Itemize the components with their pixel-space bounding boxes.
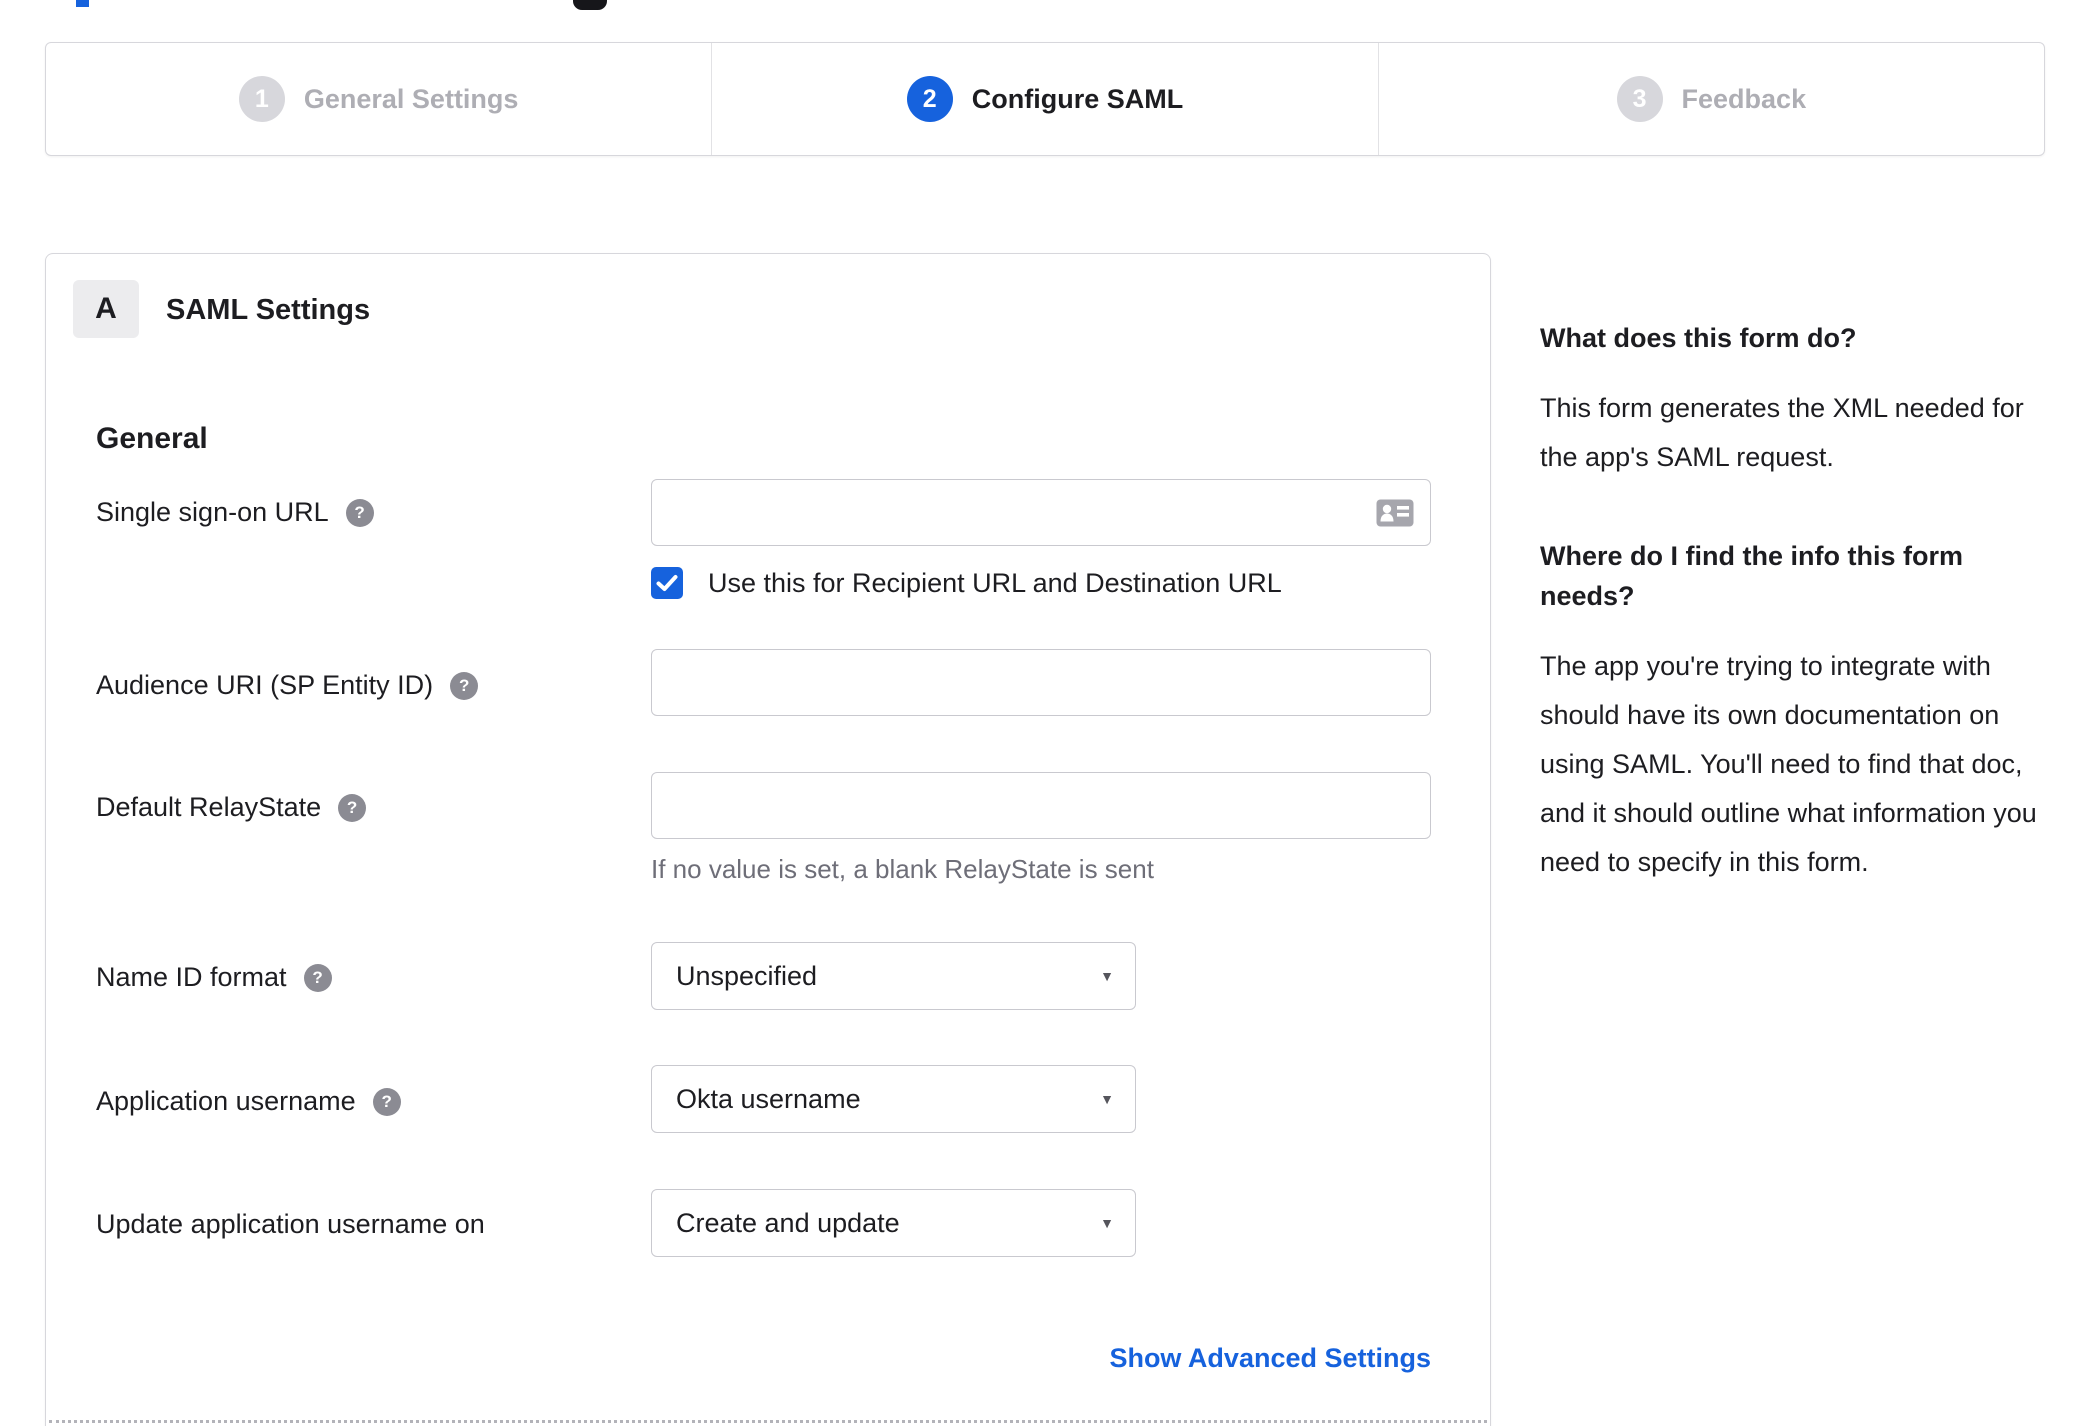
section-divider xyxy=(49,1420,1487,1423)
default-relaystate-label: Default RelayState ? xyxy=(96,792,367,823)
chevron-down-icon: ▼ xyxy=(1100,1091,1114,1107)
help-icon[interactable]: ? xyxy=(345,498,374,527)
sidebar-heading-where: Where do I find the info this form needs… xyxy=(1540,541,1963,611)
step-2-number-badge: 2 xyxy=(906,76,953,122)
name-id-format-label-text: Name ID format xyxy=(96,962,287,992)
application-username-label-text: Application username xyxy=(96,1086,356,1116)
update-application-username-label: Update application username on xyxy=(96,1209,485,1240)
section-title: SAML Settings xyxy=(166,294,371,326)
step-3-label: Feedback xyxy=(1681,83,1807,114)
saml-settings-panel: A SAML Settings General Single sign-on U… xyxy=(45,253,1491,1426)
update-application-username-select[interactable]: Create and update ▼ xyxy=(651,1189,1136,1257)
step-2-label: Configure SAML xyxy=(971,83,1184,114)
step-configure-saml[interactable]: 2 Configure SAML xyxy=(711,43,1377,155)
default-relaystate-label-text: Default RelayState xyxy=(96,792,322,822)
chevron-down-icon: ▼ xyxy=(1100,1215,1114,1231)
show-advanced-settings-link[interactable]: Show Advanced Settings xyxy=(1109,1343,1431,1374)
recipient-url-checkbox-label: Use this for Recipient URL and Destinati… xyxy=(708,567,1282,598)
sidebar-heading-what: What does this form do? xyxy=(1540,323,1857,353)
wizard-stepper: 1 General Settings 2 Configure SAML 3 Fe… xyxy=(45,42,2045,156)
help-sidebar: What does this form do? This form genera… xyxy=(1540,318,2055,941)
application-username-value: Okta username xyxy=(676,1083,861,1114)
section-a-badge: A xyxy=(73,280,139,338)
audience-uri-input[interactable] xyxy=(651,649,1431,716)
step-1-label: General Settings xyxy=(303,83,519,114)
name-id-format-label: Name ID format ? xyxy=(96,962,332,993)
audience-uri-label: Audience URI (SP Entity ID) ? xyxy=(96,670,479,701)
sso-url-input-wrap xyxy=(651,479,1431,546)
help-icon[interactable]: ? xyxy=(338,793,367,822)
help-icon[interactable]: ? xyxy=(372,1087,401,1116)
step-general-settings[interactable]: 1 General Settings xyxy=(46,43,711,155)
sidebar-body-what: This form generates the XML needed for t… xyxy=(1540,393,2024,472)
sso-url-input[interactable] xyxy=(651,479,1431,546)
name-id-format-select[interactable]: Unspecified ▼ xyxy=(651,942,1136,1010)
relaystate-hint: If no value is set, a blank RelayState i… xyxy=(651,854,1154,884)
cropped-logo-fragment xyxy=(573,0,607,10)
application-username-select[interactable]: Okta username ▼ xyxy=(651,1065,1136,1133)
default-relaystate-input[interactable] xyxy=(651,772,1431,839)
audience-uri-label-text: Audience URI (SP Entity ID) xyxy=(96,670,434,700)
configure-saml-screen: 1 General Settings 2 Configure SAML 3 Fe… xyxy=(0,0,2092,1426)
update-application-username-value: Create and update xyxy=(676,1207,900,1238)
step-3-number-badge: 3 xyxy=(1616,76,1663,122)
recipient-url-checkbox-row: Use this for Recipient URL and Destinati… xyxy=(651,567,1282,599)
application-username-label: Application username ? xyxy=(96,1086,401,1117)
cropped-title-fragment xyxy=(76,0,89,7)
name-id-format-value: Unspecified xyxy=(676,960,818,991)
help-icon[interactable]: ? xyxy=(450,671,479,700)
sidebar-body-where: The app you're trying to integrate with … xyxy=(1540,651,2037,877)
sso-url-label: Single sign-on URL ? xyxy=(96,497,374,528)
recipient-url-checkbox[interactable] xyxy=(651,567,683,599)
update-application-username-label-text: Update application username on xyxy=(96,1209,485,1239)
general-group-title: General xyxy=(96,422,208,455)
step-1-number-badge: 1 xyxy=(238,76,285,122)
chevron-down-icon: ▼ xyxy=(1100,968,1114,984)
checkmark-icon xyxy=(656,575,678,591)
step-feedback[interactable]: 3 Feedback xyxy=(1377,43,2044,155)
help-icon[interactable]: ? xyxy=(303,963,332,992)
sso-url-label-text: Single sign-on URL xyxy=(96,497,329,527)
